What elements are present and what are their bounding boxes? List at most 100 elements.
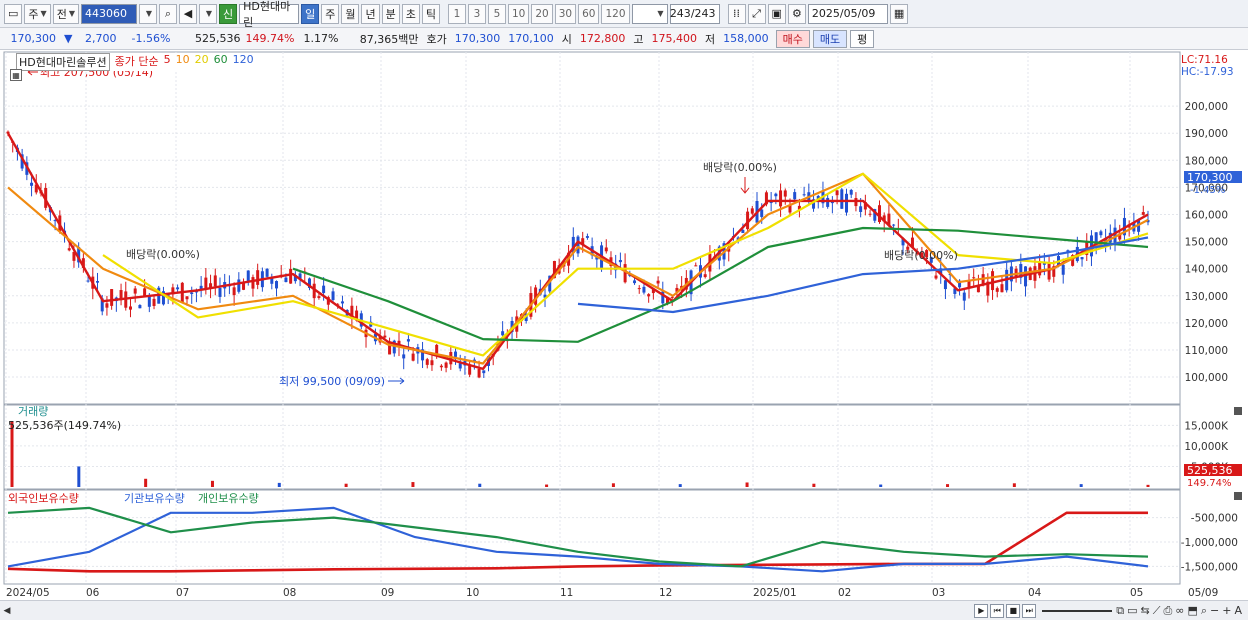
candle-body	[152, 298, 156, 306]
sell-button[interactable]: 매도	[812, 29, 848, 48]
screen-icon[interactable]: ▭	[1127, 604, 1137, 617]
change-arrow-icon: ▼	[64, 32, 73, 45]
prev-select[interactable]: 전 ▼	[52, 3, 79, 24]
candle-body	[105, 303, 109, 308]
x-axis-label: 02	[838, 587, 851, 599]
period-select[interactable]: 주 ▼	[24, 3, 51, 24]
font-icon[interactable]: A	[1234, 604, 1242, 617]
print-icon[interactable]: ⎙	[1163, 604, 1172, 618]
speaker-dropdown[interactable]: ▼	[198, 3, 217, 24]
candle-body	[934, 275, 938, 279]
candle-body	[246, 270, 250, 282]
candle-body	[322, 285, 326, 294]
interval-tick-tab[interactable]: 틱	[421, 3, 440, 24]
volume-panel-frame	[3, 404, 1181, 490]
forward-icon[interactable]: ⏭	[1022, 603, 1037, 618]
multiplier-120-button[interactable]: 120	[601, 3, 630, 24]
candle-body	[402, 354, 406, 359]
minus-icon[interactable]: −	[1210, 604, 1219, 617]
link-icon[interactable]: ∞	[1175, 604, 1184, 617]
volume-value-note: 525,536주(149.74%)	[8, 419, 121, 432]
candle-body	[289, 268, 293, 284]
multiplier-20-button[interactable]: 20	[531, 3, 553, 24]
buy-button[interactable]: 매수	[775, 29, 810, 48]
compare-icon[interactable]: ⇆	[1141, 604, 1150, 617]
chart-canvas[interactable]: 200,000190,000180,000170,000160,000150,0…	[0, 51, 1248, 600]
candle-body	[1061, 264, 1065, 275]
price-y-tick: 130,000	[1185, 291, 1228, 303]
bar-count-field[interactable]: 243/243	[669, 3, 720, 24]
price-legend: HD현대마린솔루션 종가 단순 5 10 20 60 120	[16, 53, 254, 71]
code-dropdown-button[interactable]: ▼	[138, 3, 157, 24]
interval-year-tab[interactable]: 년	[361, 3, 380, 24]
high-label: 고	[633, 32, 644, 46]
price-y-tick: 100,000	[1185, 372, 1228, 384]
calendar-icon[interactable]: ▦	[889, 3, 909, 24]
stop-icon[interactable]: ■	[1006, 603, 1021, 618]
chart-area[interactable]: 200,000 190,000 180,000 170,000 160,000 150,0…	[0, 51, 1248, 621]
price-y-tick: 150,000	[1185, 237, 1228, 249]
gear-icon[interactable]: ⚙	[787, 3, 806, 24]
legend-individual-holding: 개인보유수량	[198, 492, 259, 505]
evaluate-button[interactable]: 평	[850, 29, 875, 48]
candle-body	[256, 270, 260, 285]
date-field[interactable]: 2025/05/09	[807, 3, 888, 24]
current-price: 170,300	[10, 32, 57, 45]
candle-body	[859, 206, 863, 212]
ma-label: 종가 단순	[114, 55, 159, 68]
interval-day-tab[interactable]: 일	[301, 3, 320, 24]
scroll-left-icon[interactable]: ◀	[0, 604, 14, 618]
search-icon[interactable]: ⌕	[158, 3, 177, 24]
candle-body	[943, 280, 947, 290]
rewind-icon[interactable]: ⏮	[990, 603, 1005, 618]
candle-body	[317, 296, 321, 299]
candle-body	[284, 277, 288, 283]
scroll-right-icon[interactable]: ▶	[974, 603, 989, 618]
interval-week-tab[interactable]: 주	[321, 3, 340, 24]
price-summary-bar: 170,300 ▼ 2,700 -1.56% 525,536 149.74% 1…	[0, 28, 1248, 50]
expand-icon[interactable]: ⤢	[747, 3, 766, 24]
price-y-tick: 190,000	[1185, 128, 1228, 140]
speaker-icon[interactable]: ◀	[178, 3, 197, 24]
multiplier-5-button[interactable]: 5	[487, 3, 506, 24]
multiplier-10-button[interactable]: 10	[507, 3, 530, 24]
table-icon[interactable]: ▦	[10, 69, 22, 81]
price-panel-frame	[3, 51, 1181, 405]
stock-code-input[interactable]: 443060	[80, 3, 137, 24]
export-icon[interactable]: ⬒	[1187, 604, 1197, 617]
price-y-tick: 120,000	[1185, 318, 1228, 330]
bar-count-total: /243	[690, 7, 716, 20]
candle-body	[779, 190, 783, 207]
x-axis-label: 2024/05	[6, 587, 50, 599]
scroll-track[interactable]	[18, 604, 970, 618]
stock-name-field[interactable]: HD현대마린	[239, 0, 300, 29]
multiplier-3-button[interactable]: 3	[467, 3, 486, 24]
candle-body	[425, 359, 429, 365]
interval-month-tab[interactable]: 월	[341, 3, 360, 24]
candle-body	[185, 296, 189, 300]
candle-body	[633, 280, 637, 284]
holding-panel-close-icon[interactable]	[1234, 492, 1242, 500]
volume-y-tick: 10,000K	[1184, 441, 1229, 453]
volume-panel-close-icon[interactable]	[1234, 407, 1242, 415]
trade-amount: 87,365백만	[359, 32, 419, 46]
plus-icon[interactable]: +	[1222, 604, 1231, 617]
copy-icon[interactable]: ⧉	[1116, 604, 1124, 618]
multiplier-30-button[interactable]: 30	[554, 3, 577, 24]
multiplier-60-button[interactable]: 60	[578, 3, 600, 24]
grid-icon[interactable]: ⁞⁞	[727, 3, 746, 24]
custom-multiplier-input[interactable]: ▼	[631, 3, 668, 24]
multiplier-1-button[interactable]: 1	[447, 3, 466, 24]
interval-second-tab[interactable]: 초	[401, 3, 420, 24]
zoom-slider[interactable]	[1042, 609, 1113, 612]
volume-bar	[210, 480, 214, 487]
candle-body	[458, 363, 462, 369]
window-icon[interactable]: ▭	[4, 3, 23, 24]
search-zoom-icon[interactable]: ⌕	[1201, 604, 1207, 618]
save-icon[interactable]: ▣	[767, 3, 786, 24]
ruler-icon[interactable]: ⟋	[1153, 604, 1161, 618]
price-y-tick: 180,000	[1185, 155, 1228, 167]
chart-scrollbar[interactable]: ◀ ▶ ⏮ ■ ⏭ ⧉ ▭ ⇆ ⟋ ⎙ ∞ ⬒ ⌕ − + A	[0, 600, 1248, 620]
legend-institution-holding: 기관보유수량	[124, 492, 185, 505]
interval-minute-tab[interactable]: 분	[381, 3, 400, 24]
